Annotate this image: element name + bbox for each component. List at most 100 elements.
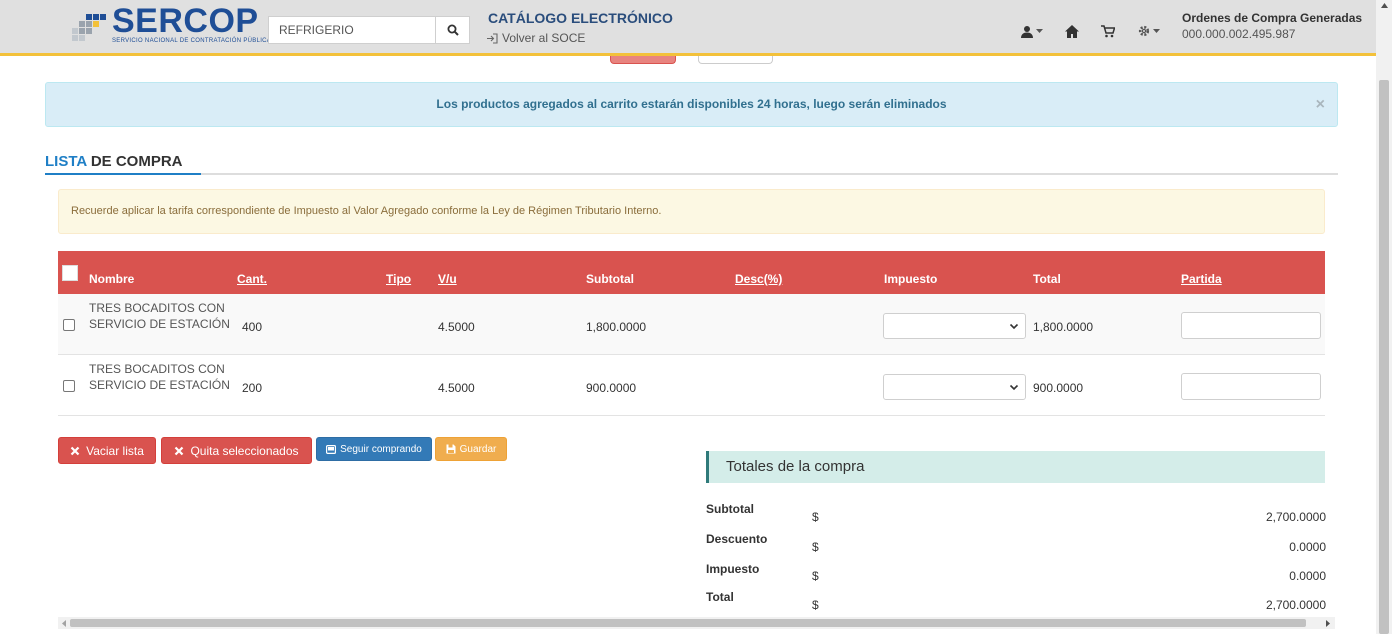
partida-input[interactable] xyxy=(1181,373,1321,400)
currency-symbol: $ xyxy=(812,598,819,612)
orders-number: 000.000.002.495.987 xyxy=(1182,27,1296,41)
totals-header: Totales de la compra xyxy=(706,451,1325,483)
table-row: TRES BOCADITOS CON SERVICIO DE ESTACIÓN … xyxy=(58,294,1325,355)
orders-summary[interactable]: Ordenes de Compra Generadas 000.000.002.… xyxy=(1182,11,1362,41)
select-all-checkbox[interactable] xyxy=(62,265,78,281)
vertical-scrollbar-thumb[interactable] xyxy=(1379,80,1389,634)
col-total: Total xyxy=(1033,272,1061,286)
cart-button[interactable] xyxy=(1101,24,1115,38)
iva-warning: Recuerde aplicar la tarifa correspondien… xyxy=(58,189,1325,234)
logo-subtitle: SERVICIO NACIONAL DE CONTRATACIÓN PÚBLIC… xyxy=(112,38,272,44)
continue-shopping-label: Seguir comprando xyxy=(340,443,422,455)
table-header: Nombre Cant. Tipo V/u Subtotal Desc(%) I… xyxy=(58,251,1325,294)
save-label: Guardar xyxy=(459,443,497,455)
top-navbar: SERCOP SERVICIO NACIONAL DE CONTRATACIÓN… xyxy=(0,0,1376,56)
currency-symbol: $ xyxy=(812,569,819,583)
totals-subtotal-label: Subtotal xyxy=(706,502,754,516)
page: SERCOP SERVICIO NACIONAL DE CONTRATACIÓN… xyxy=(0,0,1392,634)
currency-symbol: $ xyxy=(812,540,819,554)
scroll-up-arrow-icon[interactable] xyxy=(1381,3,1388,8)
scroll-left-arrow-icon[interactable] xyxy=(62,620,66,627)
remove-selected-label: Quita seleccionados xyxy=(190,443,299,458)
alert-message: Los productos agregados al carrito estar… xyxy=(436,97,947,111)
col-desc-sort[interactable]: Desc(%) xyxy=(735,272,782,286)
user-menu[interactable] xyxy=(1020,25,1043,38)
caret-down-icon xyxy=(1153,28,1160,33)
total-value: 900.0000 xyxy=(1033,381,1084,395)
continue-shopping-button[interactable]: Seguir comprando xyxy=(316,437,432,461)
tax-select[interactable] xyxy=(883,374,1026,400)
close-icon xyxy=(70,446,80,455)
section-divider xyxy=(45,173,1338,175)
totals-total-label: Total xyxy=(706,590,734,604)
logo-mark-icon xyxy=(72,14,108,42)
horizontal-scrollbar-thumb[interactable] xyxy=(70,619,1306,627)
scroll-right-arrow-icon[interactable] xyxy=(1326,620,1330,627)
sign-in-icon xyxy=(487,32,498,44)
totals-subtotal-value: 2,700.0000 xyxy=(1265,510,1326,524)
hidden-tab-button[interactable] xyxy=(610,56,676,64)
col-tipo-sort[interactable]: Tipo xyxy=(386,272,411,286)
section-title-rest: DE COMPRA xyxy=(86,153,183,170)
col-partida-sort[interactable]: Partida xyxy=(1181,272,1222,286)
back-link-label: Volver al SOCE xyxy=(502,31,586,45)
search-icon xyxy=(447,24,459,36)
totals-total-value: 2,700.0000 xyxy=(1265,598,1326,612)
col-cant-sort[interactable]: Cant. xyxy=(237,272,267,286)
section-title-accent: LISTA xyxy=(45,153,87,170)
sercop-logo[interactable]: SERCOP SERVICIO NACIONAL DE CONTRATACIÓN… xyxy=(72,2,271,50)
tax-select[interactable] xyxy=(883,313,1026,339)
subtotal-value: 900.0000 xyxy=(586,381,637,395)
quantity: 400 xyxy=(242,320,263,334)
empty-list-label: Vaciar lista xyxy=(86,443,144,458)
gear-icon xyxy=(1138,25,1150,37)
col-vu-sort[interactable]: V/u xyxy=(438,272,457,286)
logo-title: SERCOP xyxy=(112,2,259,40)
cart-icon xyxy=(1101,24,1115,37)
col-subtotal: Subtotal xyxy=(586,272,634,286)
product-name: TRES BOCADITOS CON SERVICIO DE ESTACIÓN xyxy=(89,301,230,331)
total-value: 1,800.0000 xyxy=(1033,320,1094,334)
warning-message: Recuerde aplicar la tarifa correspondien… xyxy=(71,205,662,217)
currency-symbol: $ xyxy=(812,510,819,524)
settings-menu[interactable] xyxy=(1137,24,1160,38)
save-button[interactable]: Guardar xyxy=(435,437,507,461)
table-row: TRES BOCADITOS CON SERVICIO DE ESTACIÓN … xyxy=(58,355,1325,416)
caret-down-icon xyxy=(1036,28,1043,33)
chevron-down-icon xyxy=(1009,384,1019,391)
back-to-soce-link[interactable]: Volver al SOCE xyxy=(486,31,585,45)
section-divider-accent xyxy=(45,173,201,175)
partida-input[interactable] xyxy=(1181,312,1321,339)
row-checkbox[interactable] xyxy=(63,380,75,392)
empty-list-button[interactable]: Vaciar lista xyxy=(58,437,156,464)
quantity: 200 xyxy=(242,381,263,395)
search-button[interactable] xyxy=(436,16,470,44)
header-icon-group xyxy=(1020,24,1160,38)
totals-tax-label: Impuesto xyxy=(706,562,760,576)
totals-discount-label: Descuento xyxy=(706,532,768,546)
section-title: LISTA DE COMPRA xyxy=(45,153,183,170)
remove-selected-button[interactable]: Quita seleccionados xyxy=(161,437,312,464)
hidden-tab-button[interactable] xyxy=(698,56,773,64)
user-icon xyxy=(1021,25,1033,38)
cart-expiry-alert: Los productos agregados al carrito estar… xyxy=(45,82,1338,127)
alert-close-button[interactable]: × xyxy=(1316,83,1325,126)
subtotal-value: 1,800.0000 xyxy=(586,320,647,334)
home-button[interactable] xyxy=(1065,24,1079,38)
orders-title: Ordenes de Compra Generadas xyxy=(1182,11,1363,25)
col-nombre: Nombre xyxy=(89,272,135,286)
col-impuesto: Impuesto xyxy=(884,272,938,286)
search-input[interactable] xyxy=(268,16,436,44)
totals-discount-value: 0.0000 xyxy=(1289,540,1326,554)
home-icon xyxy=(1065,24,1079,38)
totals-tax-value: 0.0000 xyxy=(1289,569,1326,583)
product-name: TRES BOCADITOS CON SERVICIO DE ESTACIÓN xyxy=(89,362,230,392)
close-icon xyxy=(175,446,184,455)
save-icon xyxy=(446,444,456,454)
unit-value: 4.5000 xyxy=(438,381,475,395)
chevron-down-icon xyxy=(1009,323,1019,330)
unit-value: 4.5000 xyxy=(438,320,475,334)
row-checkbox[interactable] xyxy=(63,319,75,331)
catalog-title: CATÁLOGO ELECTRÓNICO xyxy=(488,10,673,26)
inbox-icon xyxy=(326,444,337,454)
